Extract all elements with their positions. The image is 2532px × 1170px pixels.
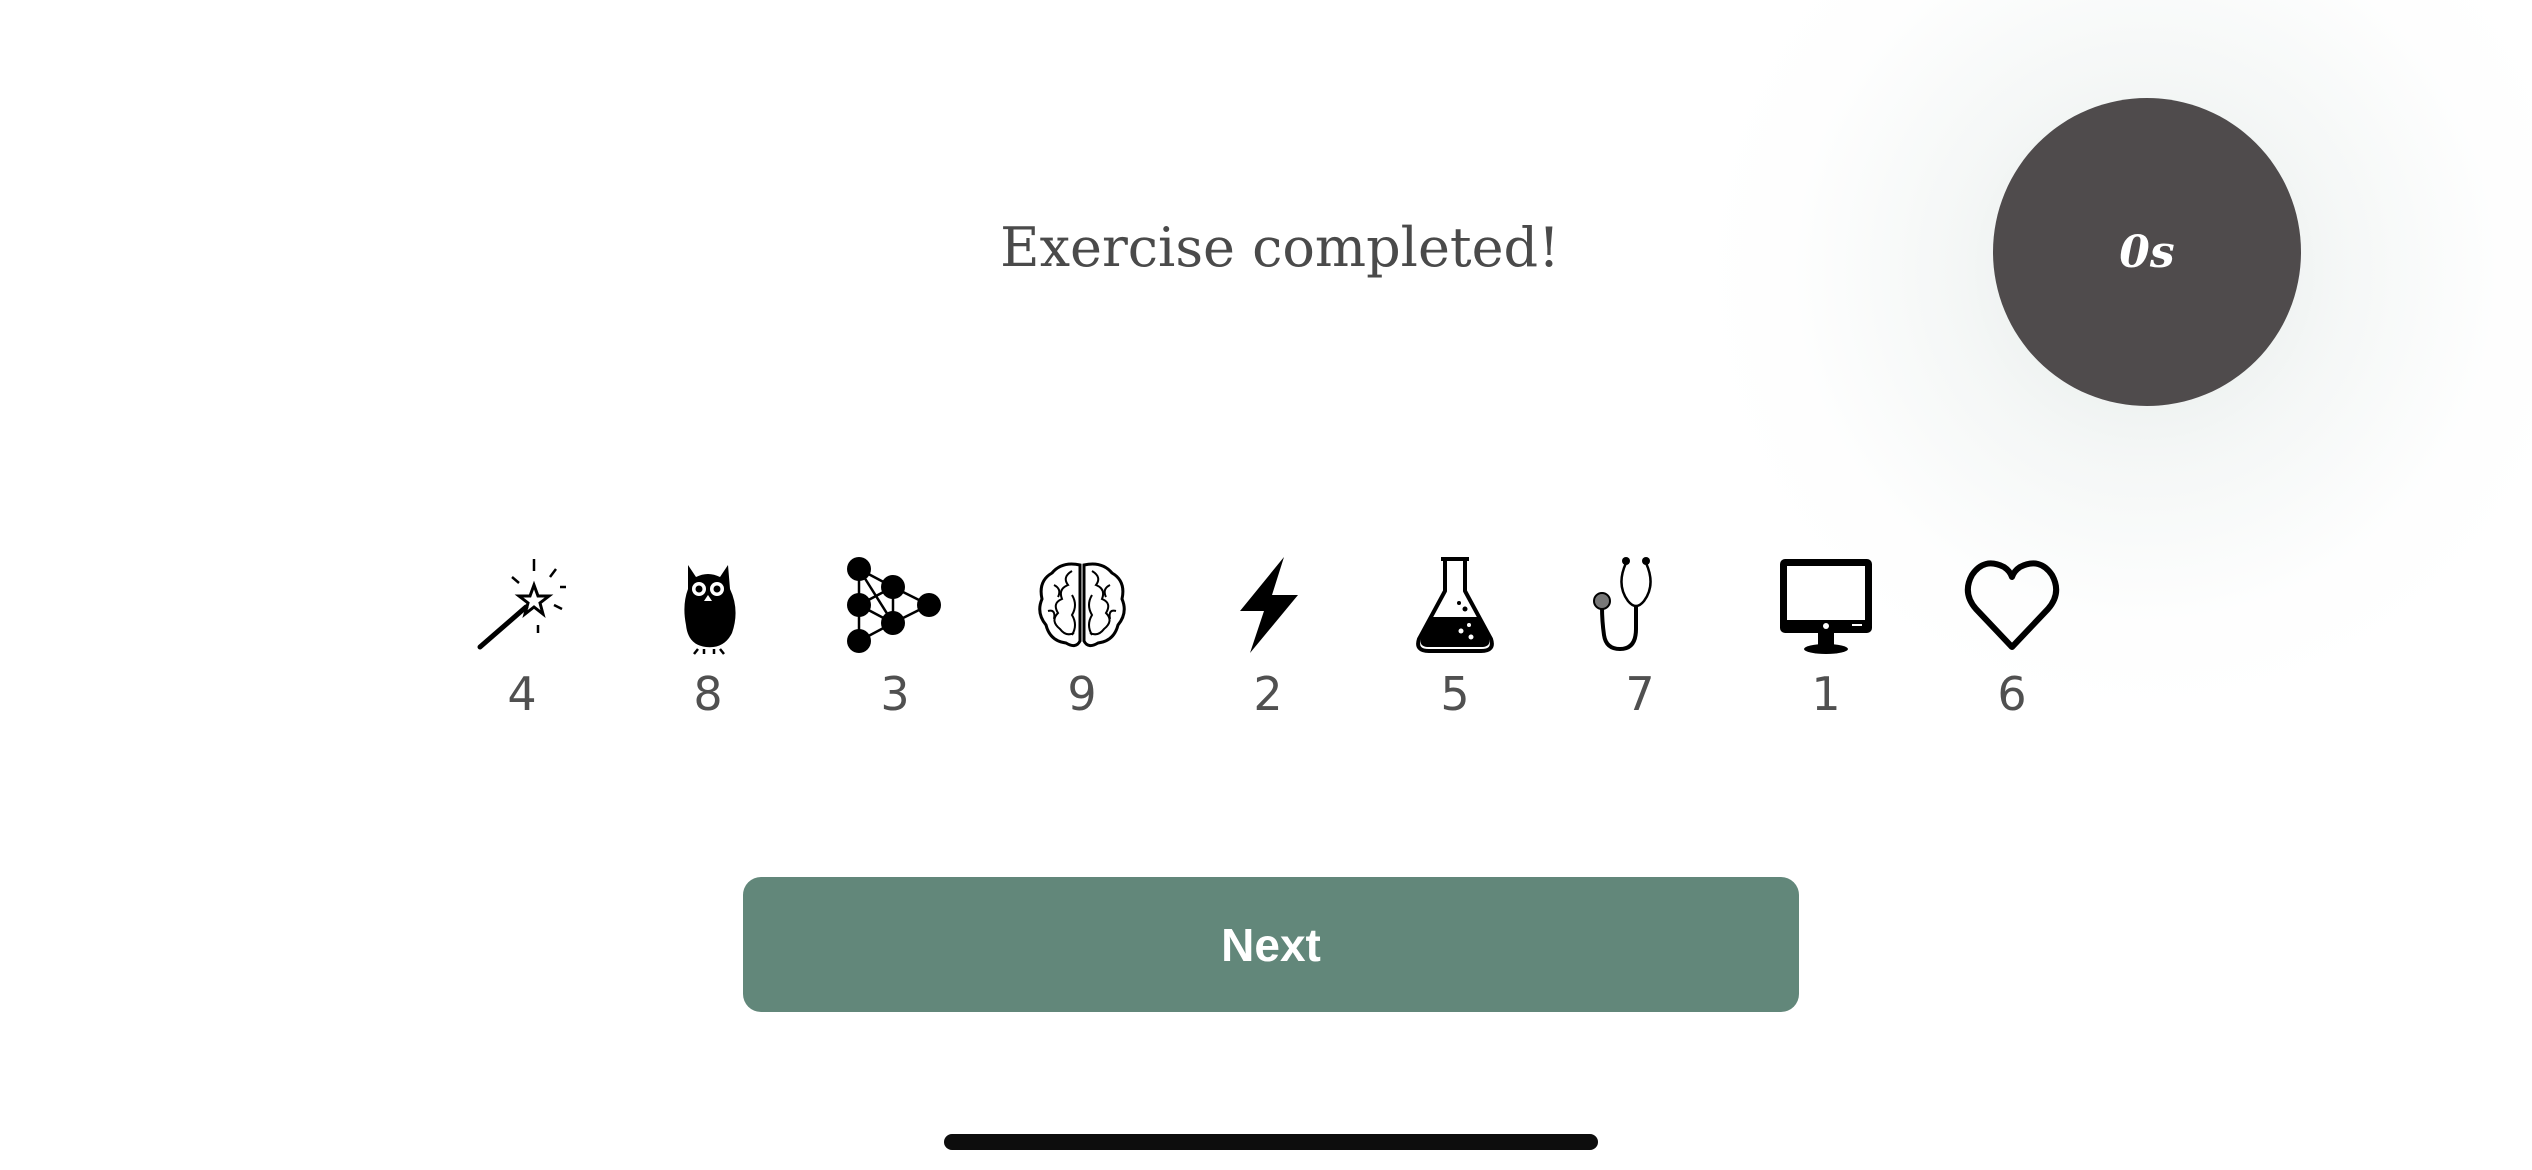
symbol-item: 5 [1375,555,1535,721]
symbol-number: 5 [1440,667,1470,721]
symbol-item: 9 [1002,555,1162,721]
next-button[interactable]: Next [743,877,1799,1012]
symbol-item: 1 [1746,555,1906,721]
symbol-number: 1 [1811,667,1841,721]
page-title: Exercise completed! [1000,216,1560,279]
symbol-item: 2 [1188,555,1348,721]
symbol-number: 3 [880,667,910,721]
symbol-number: 7 [1625,667,1655,721]
symbol-item: 3 [815,555,975,721]
symbol-number: 2 [1253,667,1283,721]
symbol-item: 6 [1932,555,2092,721]
stethoscope-icon [1593,557,1652,652]
owl-icon [684,565,736,655]
symbol-number: 8 [693,667,723,721]
home-indicator[interactable] [944,1134,1598,1150]
heart-icon [1964,560,2060,650]
symbol-number: 9 [1067,667,1097,721]
network-graph-icon [847,557,941,653]
lightning-bolt-icon [1240,557,1298,653]
magic-wand-icon [477,559,566,650]
symbol-number-key: 4 8 3 9 2 5 7 1 6 [0,555,2532,735]
monitor-icon [1780,559,1872,654]
symbol-item: 4 [442,555,602,721]
symbol-item: 7 [1560,555,1720,721]
symbol-number: 4 [507,667,537,721]
symbol-item: 8 [628,555,788,721]
symbol-number: 6 [1997,667,2027,721]
brain-icon [1038,562,1126,648]
flask-icon [1416,557,1494,653]
